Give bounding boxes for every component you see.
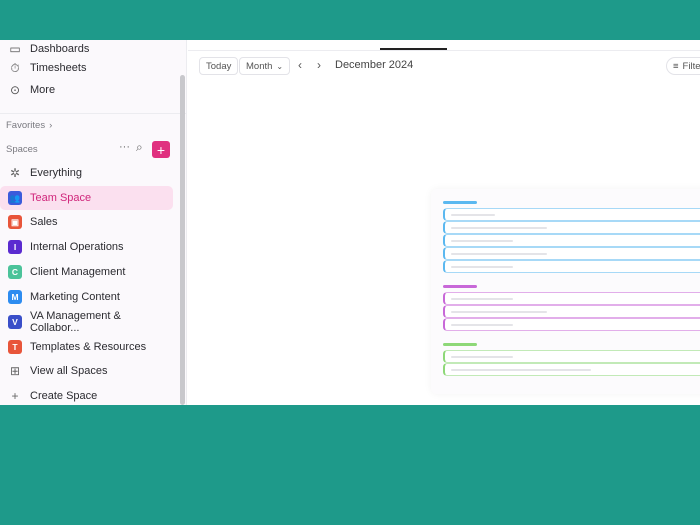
space-avatar: V	[8, 315, 22, 329]
current-period: December 2024	[335, 59, 414, 71]
sidebar: ▭ Dashboards ⏱ Timesheets ⊙ More Favorites ›…	[0, 40, 187, 405]
month-dropdown[interactable]: Month ⌄	[239, 57, 291, 75]
filter-button[interactable]: ≡Filters	[666, 57, 700, 75]
spaces-header: Spaces	[6, 144, 38, 155]
sales-icon: ▣	[8, 215, 22, 229]
active-tab-indicator	[380, 48, 447, 50]
timer-icon: ⏱	[10, 61, 20, 75]
prev-arrow-icon[interactable]: ‹	[298, 58, 302, 72]
skeleton-row	[443, 247, 700, 260]
divider	[0, 113, 187, 114]
favorites-header[interactable]: Favorites ›	[6, 120, 52, 131]
skeleton-row	[443, 318, 700, 331]
sidebar-item-team-space[interactable]: 👥 Team Space	[0, 186, 173, 210]
more-options-icon[interactable]: ···	[119, 141, 130, 153]
create-space[interactable]: + Create Space	[0, 384, 173, 405]
view-all-spaces[interactable]: ⊞ View all Spaces	[0, 359, 173, 383]
dashboard-icon: ▭	[9, 42, 21, 56]
empty-state-illustration	[431, 189, 700, 394]
filter-icon: ≡	[673, 60, 679, 72]
plus-icon: +	[11, 389, 19, 403]
search-icon[interactable]: ⌕	[136, 140, 143, 155]
skeleton-row	[443, 305, 700, 318]
space-avatar: M	[8, 290, 22, 304]
sidebar-item-client-management[interactable]: C Client Management	[0, 260, 173, 284]
grid-icon: ⊞	[9, 364, 21, 378]
team-icon: 👥	[8, 191, 22, 205]
sidebar-item-internal-operations[interactable]: I Internal Operations	[0, 235, 173, 259]
divider	[188, 50, 700, 51]
nav-timesheets[interactable]: ⏱ Timesheets	[8, 61, 86, 75]
sidebar-scrollbar[interactable]	[180, 75, 185, 405]
skeleton-row	[443, 363, 700, 376]
sidebar-item-sales[interactable]: ▣ Sales	[0, 210, 173, 234]
group-bar	[443, 285, 477, 288]
skeleton-row	[443, 260, 700, 273]
chevron-down-icon: ⌄	[276, 61, 284, 71]
nav-dashboards[interactable]: ▭ Dashboards	[8, 42, 89, 56]
nav-more[interactable]: ⊙ More	[8, 83, 55, 97]
more-icon: ⊙	[9, 83, 21, 97]
next-arrow-icon[interactable]: ›	[317, 58, 321, 72]
group-bar	[443, 343, 477, 346]
skeleton-row	[443, 350, 700, 363]
space-avatar: C	[8, 265, 22, 279]
space-avatar: T	[8, 340, 22, 354]
today-button[interactable]: Today	[199, 57, 239, 75]
app-window: ▭ Dashboards ⏱ Timesheets ⊙ More Favorites ›…	[0, 40, 700, 405]
sidebar-item-everything[interactable]: ✲ Everything	[0, 161, 173, 185]
skeleton-row	[443, 208, 700, 221]
skeleton-row	[443, 292, 700, 305]
add-space-button[interactable]: +	[152, 141, 170, 158]
skeleton-row	[443, 234, 700, 247]
skeleton-row	[443, 221, 700, 234]
sidebar-item-templates[interactable]: T Templates & Resources	[0, 335, 173, 359]
everything-icon: ✲	[9, 166, 21, 180]
sidebar-item-marketing-content[interactable]: M Marketing Content	[0, 285, 173, 309]
chevron-right-icon: ›	[49, 120, 53, 131]
group-bar	[443, 201, 477, 204]
space-avatar: I	[8, 240, 22, 254]
sidebar-item-va-management[interactable]: V VA Management & Collabor...	[0, 310, 173, 334]
